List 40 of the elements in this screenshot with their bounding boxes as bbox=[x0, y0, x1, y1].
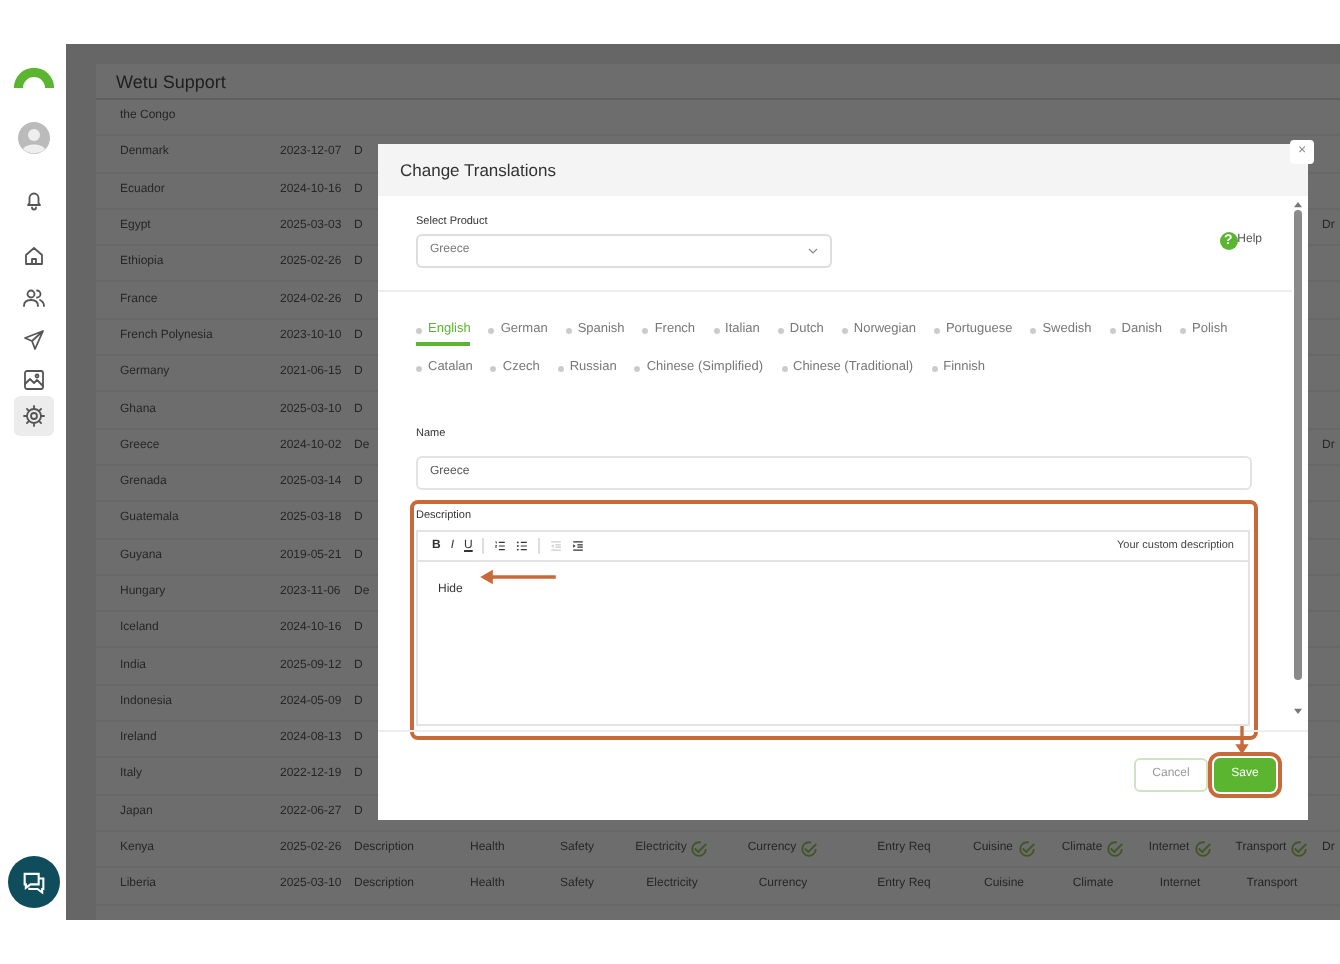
dot-icon bbox=[634, 365, 641, 371]
dot-icon bbox=[933, 327, 940, 333]
dot-icon bbox=[416, 365, 422, 371]
dot-icon bbox=[781, 365, 787, 371]
indent-icon bbox=[572, 540, 585, 552]
dot-icon bbox=[416, 327, 422, 333]
settings-icon bbox=[21, 404, 45, 428]
logo-icon bbox=[11, 64, 55, 90]
ordered-list-icon bbox=[494, 540, 507, 552]
page-title: Wetu Support bbox=[96, 64, 1340, 100]
bullet-list-button[interactable] bbox=[516, 540, 529, 552]
image-icon bbox=[21, 368, 45, 392]
nav-button[interactable] bbox=[13, 396, 53, 436]
avatar-icon bbox=[17, 122, 49, 154]
dot-icon bbox=[642, 327, 649, 333]
home-icon bbox=[21, 244, 45, 268]
chat-button[interactable] bbox=[7, 856, 59, 908]
bell-icon bbox=[21, 188, 45, 212]
ordered-list-button[interactable] bbox=[494, 540, 507, 552]
dot-icon bbox=[557, 365, 564, 371]
scrollbar-thumb[interactable] bbox=[1294, 210, 1302, 680]
scroll-down-icon bbox=[1294, 708, 1302, 716]
caret-icon bbox=[808, 248, 818, 254]
dot-icon bbox=[931, 365, 938, 371]
dot-icon bbox=[1180, 327, 1187, 333]
dot-icon bbox=[713, 327, 720, 333]
outdent-icon bbox=[550, 540, 563, 552]
dot-icon bbox=[490, 365, 497, 371]
send-icon bbox=[21, 328, 45, 352]
people-icon bbox=[21, 286, 45, 310]
dot-icon bbox=[777, 327, 784, 333]
dot-icon bbox=[488, 327, 495, 333]
bullet-list-icon bbox=[516, 540, 529, 552]
annotation-arrow bbox=[478, 568, 558, 586]
dot-icon bbox=[1109, 327, 1116, 333]
indent-button[interactable] bbox=[572, 540, 585, 552]
dot-icon bbox=[565, 327, 572, 333]
chat-icon bbox=[19, 868, 47, 896]
dot-icon bbox=[1030, 327, 1037, 333]
dot-icon bbox=[841, 327, 848, 333]
